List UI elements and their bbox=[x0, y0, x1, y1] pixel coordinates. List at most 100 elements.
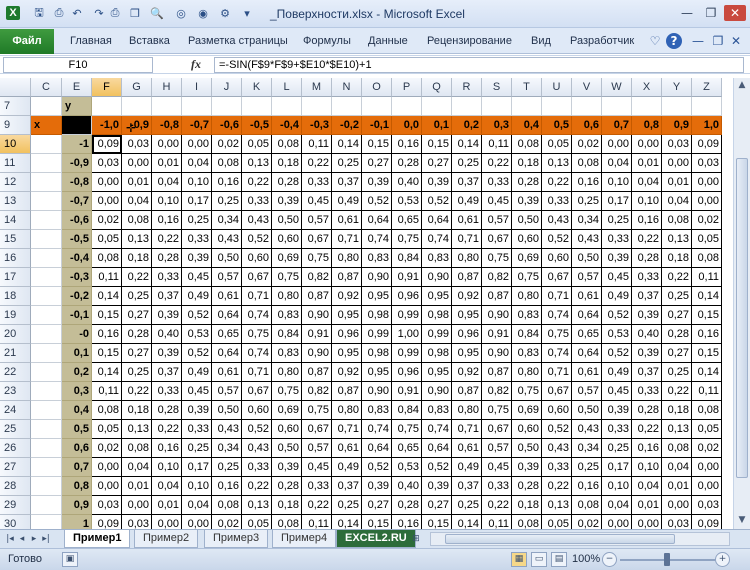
data-cell[interactable]: 0,04 bbox=[632, 173, 662, 192]
data-cell[interactable]: 0,87 bbox=[482, 363, 512, 382]
data-cell[interactable]: 0,22 bbox=[662, 382, 692, 401]
data-cell[interactable]: 0,87 bbox=[452, 382, 482, 401]
print-icon[interactable]: ⎙ bbox=[108, 6, 122, 20]
data-cell[interactable]: 0,71 bbox=[332, 230, 362, 249]
minimize-ribbon-icon[interactable]: ♡ bbox=[647, 33, 663, 49]
cell[interactable] bbox=[452, 97, 482, 116]
data-cell[interactable]: 0,67 bbox=[302, 230, 332, 249]
y-value-cell[interactable]: 0,9 bbox=[62, 496, 92, 515]
x-value-cell[interactable]: -0,6 bbox=[212, 116, 242, 135]
data-cell[interactable]: 0,05 bbox=[542, 135, 572, 154]
vertical-scroll-thumb[interactable] bbox=[736, 158, 748, 478]
data-cell[interactable]: 0,04 bbox=[632, 477, 662, 496]
data-cell[interactable]: 0,40 bbox=[632, 325, 662, 344]
data-cell[interactable]: 0,04 bbox=[662, 458, 692, 477]
data-cell[interactable]: 0,39 bbox=[272, 192, 302, 211]
data-cell[interactable]: 0,71 bbox=[242, 287, 272, 306]
data-cell[interactable]: 0,39 bbox=[152, 344, 182, 363]
data-cell[interactable]: 0,49 bbox=[602, 287, 632, 306]
data-cell[interactable]: 0,00 bbox=[692, 173, 722, 192]
cell[interactable] bbox=[31, 173, 62, 192]
data-cell[interactable]: 0,45 bbox=[302, 458, 332, 477]
cell[interactable] bbox=[31, 458, 62, 477]
data-cell[interactable]: 0,57 bbox=[212, 268, 242, 287]
data-cell[interactable]: 0,01 bbox=[632, 496, 662, 515]
data-cell[interactable]: 0,92 bbox=[332, 287, 362, 306]
circle-icon[interactable]: ◎ bbox=[174, 6, 188, 20]
data-cell[interactable]: 0,64 bbox=[572, 306, 602, 325]
x-value-cell[interactable]: -0,1 bbox=[362, 116, 392, 135]
data-cell[interactable]: 0,75 bbox=[512, 382, 542, 401]
data-cell[interactable]: 0,69 bbox=[512, 249, 542, 268]
cell[interactable] bbox=[31, 420, 62, 439]
cell[interactable] bbox=[31, 382, 62, 401]
data-cell[interactable]: 0,13 bbox=[242, 154, 272, 173]
data-cell[interactable]: 0,39 bbox=[602, 401, 632, 420]
data-cell[interactable]: 0,11 bbox=[692, 268, 722, 287]
data-cell[interactable]: 0,83 bbox=[422, 249, 452, 268]
data-cell[interactable]: 0,18 bbox=[122, 249, 152, 268]
row-header[interactable]: 7 bbox=[0, 97, 31, 116]
data-cell[interactable]: 0,22 bbox=[302, 496, 332, 515]
cell[interactable] bbox=[152, 97, 182, 116]
data-cell[interactable]: 0,05 bbox=[692, 420, 722, 439]
normal-view-icon[interactable]: ▦ bbox=[511, 552, 527, 567]
data-cell[interactable]: 0,67 bbox=[542, 382, 572, 401]
data-cell[interactable]: 0,13 bbox=[542, 496, 572, 515]
data-cell[interactable]: 0,25 bbox=[572, 192, 602, 211]
x-label-cell[interactable]: x bbox=[31, 116, 62, 135]
data-cell[interactable]: 0,34 bbox=[572, 211, 602, 230]
cell[interactable] bbox=[482, 97, 512, 116]
name-box[interactable]: F10 bbox=[3, 57, 153, 73]
ribbon-tab[interactable]: Разработчик bbox=[570, 35, 634, 47]
data-cell[interactable]: 0,03 bbox=[692, 154, 722, 173]
data-cell[interactable]: 0,80 bbox=[452, 401, 482, 420]
data-cell[interactable]: 0,91 bbox=[482, 325, 512, 344]
data-cell[interactable]: 0,00 bbox=[92, 477, 122, 496]
data-cell[interactable]: 0,22 bbox=[242, 477, 272, 496]
ribbon-close-icon[interactable]: ✕ bbox=[728, 33, 744, 49]
data-cell[interactable]: 0,04 bbox=[182, 154, 212, 173]
data-cell[interactable]: 0,03 bbox=[122, 135, 152, 154]
row-header[interactable]: 28 bbox=[0, 477, 31, 496]
data-cell[interactable]: 0,04 bbox=[152, 173, 182, 192]
data-cell[interactable]: 0,10 bbox=[152, 192, 182, 211]
data-cell[interactable]: 0,11 bbox=[92, 382, 122, 401]
data-cell[interactable]: 0,95 bbox=[362, 363, 392, 382]
data-cell[interactable]: 0,69 bbox=[272, 401, 302, 420]
data-cell[interactable]: 0,22 bbox=[542, 477, 572, 496]
qat-menu-icon[interactable]: ▾ bbox=[240, 6, 254, 20]
data-cell[interactable]: 0,90 bbox=[422, 382, 452, 401]
cell[interactable] bbox=[31, 363, 62, 382]
data-cell[interactable]: 0,95 bbox=[362, 287, 392, 306]
data-cell[interactable]: 0,92 bbox=[332, 363, 362, 382]
data-cell[interactable]: 0,95 bbox=[332, 344, 362, 363]
data-cell[interactable]: 0,13 bbox=[122, 230, 152, 249]
data-cell[interactable]: 0,61 bbox=[572, 363, 602, 382]
data-cell[interactable]: 0,28 bbox=[272, 173, 302, 192]
data-cell[interactable]: 0,69 bbox=[272, 249, 302, 268]
data-cell[interactable]: 0,83 bbox=[512, 306, 542, 325]
data-cell[interactable]: 0,03 bbox=[692, 496, 722, 515]
data-cell[interactable]: 0,37 bbox=[452, 477, 482, 496]
data-cell[interactable]: 0,50 bbox=[212, 401, 242, 420]
sheet-tab[interactable]: Пример2 bbox=[134, 530, 199, 548]
data-cell[interactable]: 0,64 bbox=[572, 344, 602, 363]
data-cell[interactable]: 0,25 bbox=[122, 287, 152, 306]
data-cell[interactable]: 0,10 bbox=[602, 477, 632, 496]
data-cell[interactable]: 0,00 bbox=[662, 154, 692, 173]
data-cell[interactable]: 0,90 bbox=[302, 344, 332, 363]
data-cell[interactable]: 0,10 bbox=[632, 192, 662, 211]
y-value-cell[interactable]: 0,4 bbox=[62, 401, 92, 420]
data-cell[interactable]: 0,74 bbox=[542, 344, 572, 363]
data-cell[interactable]: 0,84 bbox=[272, 325, 302, 344]
data-cell[interactable]: 0,83 bbox=[422, 401, 452, 420]
data-cell[interactable]: 0,99 bbox=[392, 344, 422, 363]
cell[interactable] bbox=[31, 230, 62, 249]
data-cell[interactable]: 0,61 bbox=[332, 439, 362, 458]
data-cell[interactable]: 0,49 bbox=[332, 458, 362, 477]
data-cell[interactable]: 0,04 bbox=[602, 154, 632, 173]
data-cell[interactable]: 0,52 bbox=[542, 420, 572, 439]
data-cell[interactable]: 0,57 bbox=[482, 439, 512, 458]
x-value-cell[interactable]: -0,7 bbox=[182, 116, 212, 135]
